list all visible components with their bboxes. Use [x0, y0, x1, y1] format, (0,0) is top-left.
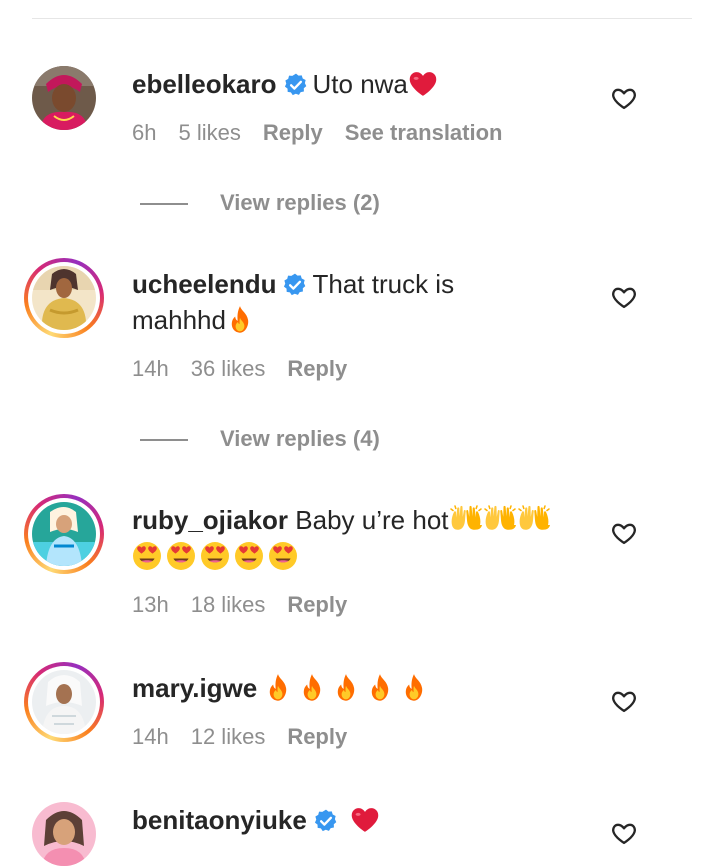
comment-body-line2: mahhhd — [132, 305, 226, 335]
avatar-photo — [32, 802, 96, 866]
replies-line — [140, 203, 188, 206]
heart-eyes-emoji — [200, 541, 230, 571]
avatar-photo — [32, 66, 96, 130]
avatar-photo — [32, 502, 96, 566]
comment-meta: 14h 12 likes Reply — [132, 722, 369, 752]
view-replies-label: View replies (4) — [220, 426, 380, 451]
avatar-photo — [32, 266, 96, 330]
like-count[interactable]: 12 likes — [191, 724, 266, 749]
replies-line — [140, 439, 188, 442]
username[interactable]: ruby_ojiakor — [132, 505, 288, 535]
avatar[interactable] — [32, 66, 96, 130]
like-count[interactable]: 5 likes — [178, 120, 240, 145]
reply-button[interactable]: Reply — [287, 592, 347, 617]
fire-emoji — [226, 305, 254, 335]
comment-meta: 13h 18 likes Reply — [132, 590, 369, 620]
comment-body: Uto nwa — [312, 69, 408, 99]
comment-meta: 6h 5 likes Reply See translation — [132, 118, 524, 148]
username[interactable]: ebelleokaro — [132, 69, 277, 99]
avatar[interactable] — [24, 258, 104, 338]
fire-emoji — [366, 673, 394, 703]
heart-eyes-emoji — [234, 541, 264, 571]
top-divider — [32, 18, 692, 19]
fire-emoji — [332, 673, 360, 703]
heart-eyes-emoji — [268, 541, 298, 571]
comment-text: mary.igwe — [132, 670, 602, 706]
heart-eyes-emoji — [132, 541, 162, 571]
red-heart-emoji — [350, 805, 380, 835]
verified-badge-icon — [283, 72, 309, 98]
timestamp: 14h — [132, 724, 169, 749]
avatar-photo — [32, 670, 96, 734]
fire-emoji — [400, 673, 428, 703]
comment-text: ruby_ojiakor Baby u’re hot — [132, 502, 602, 574]
like-count[interactable]: 36 likes — [191, 356, 266, 381]
reply-button[interactable]: Reply — [263, 120, 323, 145]
see-translation-button[interactable]: See translation — [345, 120, 503, 145]
avatar[interactable] — [24, 662, 104, 742]
raising-hands-emoji — [483, 505, 517, 535]
comment-body: That truck is — [312, 269, 455, 299]
view-replies-button[interactable]: View replies (2) — [140, 188, 380, 218]
heart-outline-icon[interactable] — [610, 283, 638, 311]
heart-outline-icon[interactable] — [610, 819, 638, 847]
comment-text: ucheelendu That truck is mahhhd — [132, 266, 602, 338]
like-count[interactable]: 18 likes — [191, 592, 266, 617]
avatar[interactable] — [24, 494, 104, 574]
timestamp: 6h — [132, 120, 157, 145]
raising-hands-emoji — [517, 505, 551, 535]
reply-button[interactable]: Reply — [287, 724, 347, 749]
username[interactable]: benitaonyiuke — [132, 805, 307, 835]
heart-outline-icon[interactable] — [610, 687, 638, 715]
comment-meta: 14h 36 likes Reply — [132, 354, 369, 384]
fire-emoji — [298, 673, 326, 703]
fire-emoji — [264, 673, 292, 703]
avatar[interactable] — [32, 802, 96, 866]
comment-text: benitaonyiuke — [132, 802, 602, 838]
heart-outline-icon[interactable] — [610, 519, 638, 547]
username[interactable]: ucheelendu — [132, 269, 276, 299]
raising-hands-emoji — [449, 505, 483, 535]
verified-badge-icon — [282, 272, 308, 298]
heart-outline-icon[interactable] — [610, 84, 638, 112]
red-heart-emoji — [408, 69, 438, 99]
view-replies-button[interactable]: View replies (4) — [140, 424, 380, 454]
heart-eyes-emoji — [166, 541, 196, 571]
comment-body: Baby u’re hot — [295, 505, 449, 535]
view-replies-label: View replies (2) — [220, 190, 380, 215]
timestamp: 14h — [132, 356, 169, 381]
reply-button[interactable]: Reply — [287, 356, 347, 381]
timestamp: 13h — [132, 592, 169, 617]
username[interactable]: mary.igwe — [132, 673, 257, 703]
verified-badge-icon — [313, 808, 339, 834]
comment-text: ebelleokaro Uto nwa — [132, 66, 602, 102]
